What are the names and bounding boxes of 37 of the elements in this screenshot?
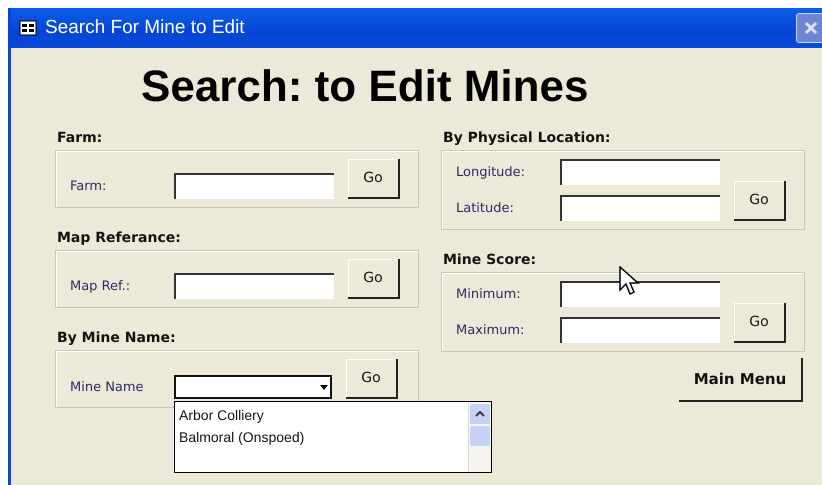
group-title: Mine Score:	[443, 252, 538, 268]
field-label: Maximum:	[456, 322, 526, 338]
caret-icon	[320, 384, 328, 390]
input-field[interactable]	[560, 159, 720, 185]
field-label: Mine Name	[70, 380, 145, 394]
group-title: Farm:	[57, 130, 104, 146]
close-button[interactable]	[796, 13, 822, 43]
scroll-thumb[interactable]	[470, 426, 490, 446]
field-label: Farm:	[70, 178, 108, 194]
main-menu-button[interactable]: Main Menu	[679, 358, 803, 402]
dropdown-option[interactable]: Arbor Colliery	[179, 404, 464, 426]
go-button[interactable]: Go	[348, 159, 400, 199]
field-label: Latitude:	[456, 200, 515, 216]
dropdown-option[interactable]: Balmoral (Onspoed)	[179, 426, 464, 448]
field-label: Minimum:	[456, 286, 522, 302]
input-field[interactable]	[560, 317, 720, 343]
input-field[interactable]	[560, 281, 720, 307]
chevron-up-icon	[475, 411, 485, 417]
window-title: Search For Mine to Edit	[45, 17, 245, 39]
group-title: By Mine Name:	[57, 330, 177, 346]
group-title: Map Referance:	[57, 230, 182, 246]
go-button[interactable]: Go	[734, 303, 786, 343]
input-field[interactable]	[560, 195, 720, 221]
scroll-up-button[interactable]	[470, 404, 490, 424]
input-field[interactable]	[174, 273, 334, 299]
close-icon	[804, 21, 818, 35]
go-button[interactable]: Go	[348, 259, 400, 299]
mouse-cursor-icon	[619, 266, 641, 298]
form-heading: Search: to Edit Mines	[141, 62, 588, 112]
form-icon	[19, 20, 37, 36]
go-button[interactable]: Go	[734, 181, 786, 221]
go-button[interactable]: Go	[346, 359, 398, 399]
field-label: Map Ref.:	[70, 278, 132, 294]
input-field[interactable]	[174, 173, 334, 199]
group-title: By Physical Location:	[443, 130, 612, 146]
field-label: Longitude:	[456, 164, 526, 180]
combo-box[interactable]	[174, 375, 332, 399]
